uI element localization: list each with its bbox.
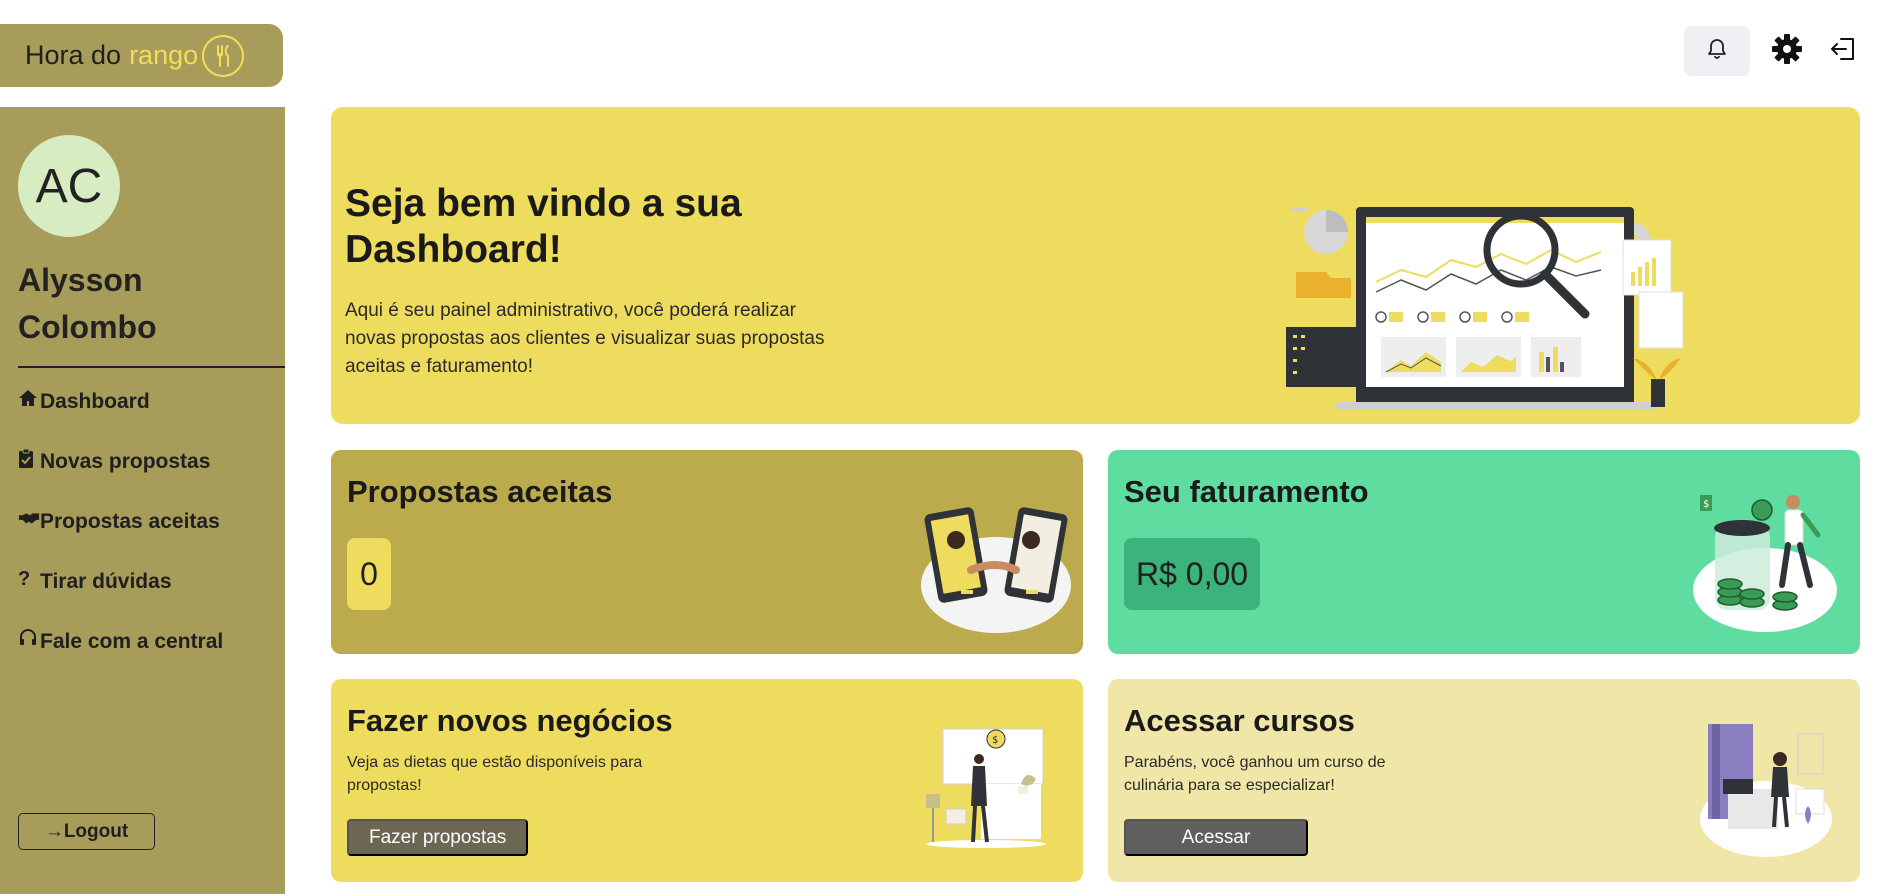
logo-text: Hora do (25, 40, 122, 70)
card-title: Fazer novos negócios (347, 703, 673, 738)
sidebar-item-propostas-aceitas[interactable]: Propostas aceitas (18, 510, 223, 570)
handshake-illustration (911, 500, 1071, 639)
settings-button[interactable] (1768, 26, 1806, 76)
logout-icon (1829, 35, 1857, 67)
sidebar-nav: Dashboard Novas propostas Propostas acei… (18, 390, 223, 690)
card-description: Parabéns, você ganhou um curso de culiná… (1124, 754, 1386, 794)
logout-button[interactable]: →Logout (18, 813, 155, 850)
sidebar-divider (18, 366, 285, 368)
home-icon (18, 388, 40, 408)
business-illustration: $ (921, 724, 1051, 858)
question-icon: ? (18, 568, 31, 590)
welcome-banner: Seja bem vindo a sua Dashboard! Aqui é s… (331, 107, 1860, 424)
faturamento-card: Seu faturamento R$ 0,00 $ (1108, 450, 1860, 654)
propostas-aceitas-card: Propostas aceitas 0 (331, 450, 1083, 654)
welcome-title: Seja bem vindo a sua Dashboard! (345, 182, 742, 271)
sidebar: AC Alysson Colombo Dashboard Novas propo… (0, 107, 285, 894)
exit-button[interactable] (1824, 26, 1862, 76)
money-jar-illustration: $ (1690, 490, 1845, 639)
sidebar-item-label: Fale com a central (40, 630, 224, 653)
acessar-cursos-card: Acessar cursos Parabéns, você ganhou um … (1108, 679, 1860, 882)
sidebar-item-dashboard[interactable]: Dashboard (18, 390, 223, 450)
card-title: Acessar cursos (1124, 703, 1355, 738)
sidebar-item-label: Tirar dúvidas (40, 570, 172, 593)
acessar-button[interactable]: Acessar (1124, 819, 1308, 856)
avatar[interactable]: AC (18, 135, 120, 237)
user-name: Alysson Colombo (18, 262, 157, 345)
sidebar-item-label: Novas propostas (40, 450, 211, 473)
gear-icon (1771, 33, 1803, 69)
svg-text:$: $ (1703, 499, 1709, 510)
top-toolbar (1684, 26, 1862, 76)
sidebar-item-tirar-duvidas[interactable]: ? Tirar dúvidas (18, 568, 223, 630)
notifications-button[interactable] (1684, 26, 1750, 76)
headset-icon (18, 628, 40, 648)
handshake-icon (18, 508, 40, 528)
sidebar-item-fale-com-a-central[interactable]: Fale com a central (18, 628, 224, 690)
card-title: Propostas aceitas (347, 474, 613, 509)
welcome-text: Aqui é seu painel administrativo, você p… (345, 300, 825, 377)
sidebar-item-novas-propostas[interactable]: Novas propostas (18, 448, 223, 510)
revenue-value: R$ 0,00 (1124, 538, 1261, 610)
bell-icon (1707, 38, 1727, 64)
card-title: Seu faturamento (1124, 474, 1369, 509)
app-logo[interactable]: Hora do rango (0, 24, 283, 87)
novos-negocios-card: Fazer novos negócios Veja as dietas que … (331, 679, 1083, 882)
sidebar-item-label: Dashboard (40, 390, 150, 413)
logo-accent-text: rango (129, 40, 199, 70)
svg-text:$: $ (992, 735, 998, 746)
cutlery-icon (202, 34, 245, 77)
sidebar-item-label: Propostas aceitas (40, 510, 220, 533)
fazer-propostas-button[interactable]: Fazer propostas (347, 819, 529, 856)
cooking-course-illustration (1698, 719, 1833, 863)
clipboard-icon (18, 448, 40, 468)
card-description: Veja as dietas que estão disponíveis par… (347, 754, 643, 794)
dashboard-illustration (1271, 152, 1701, 416)
accepted-count: 0 (347, 538, 391, 610)
